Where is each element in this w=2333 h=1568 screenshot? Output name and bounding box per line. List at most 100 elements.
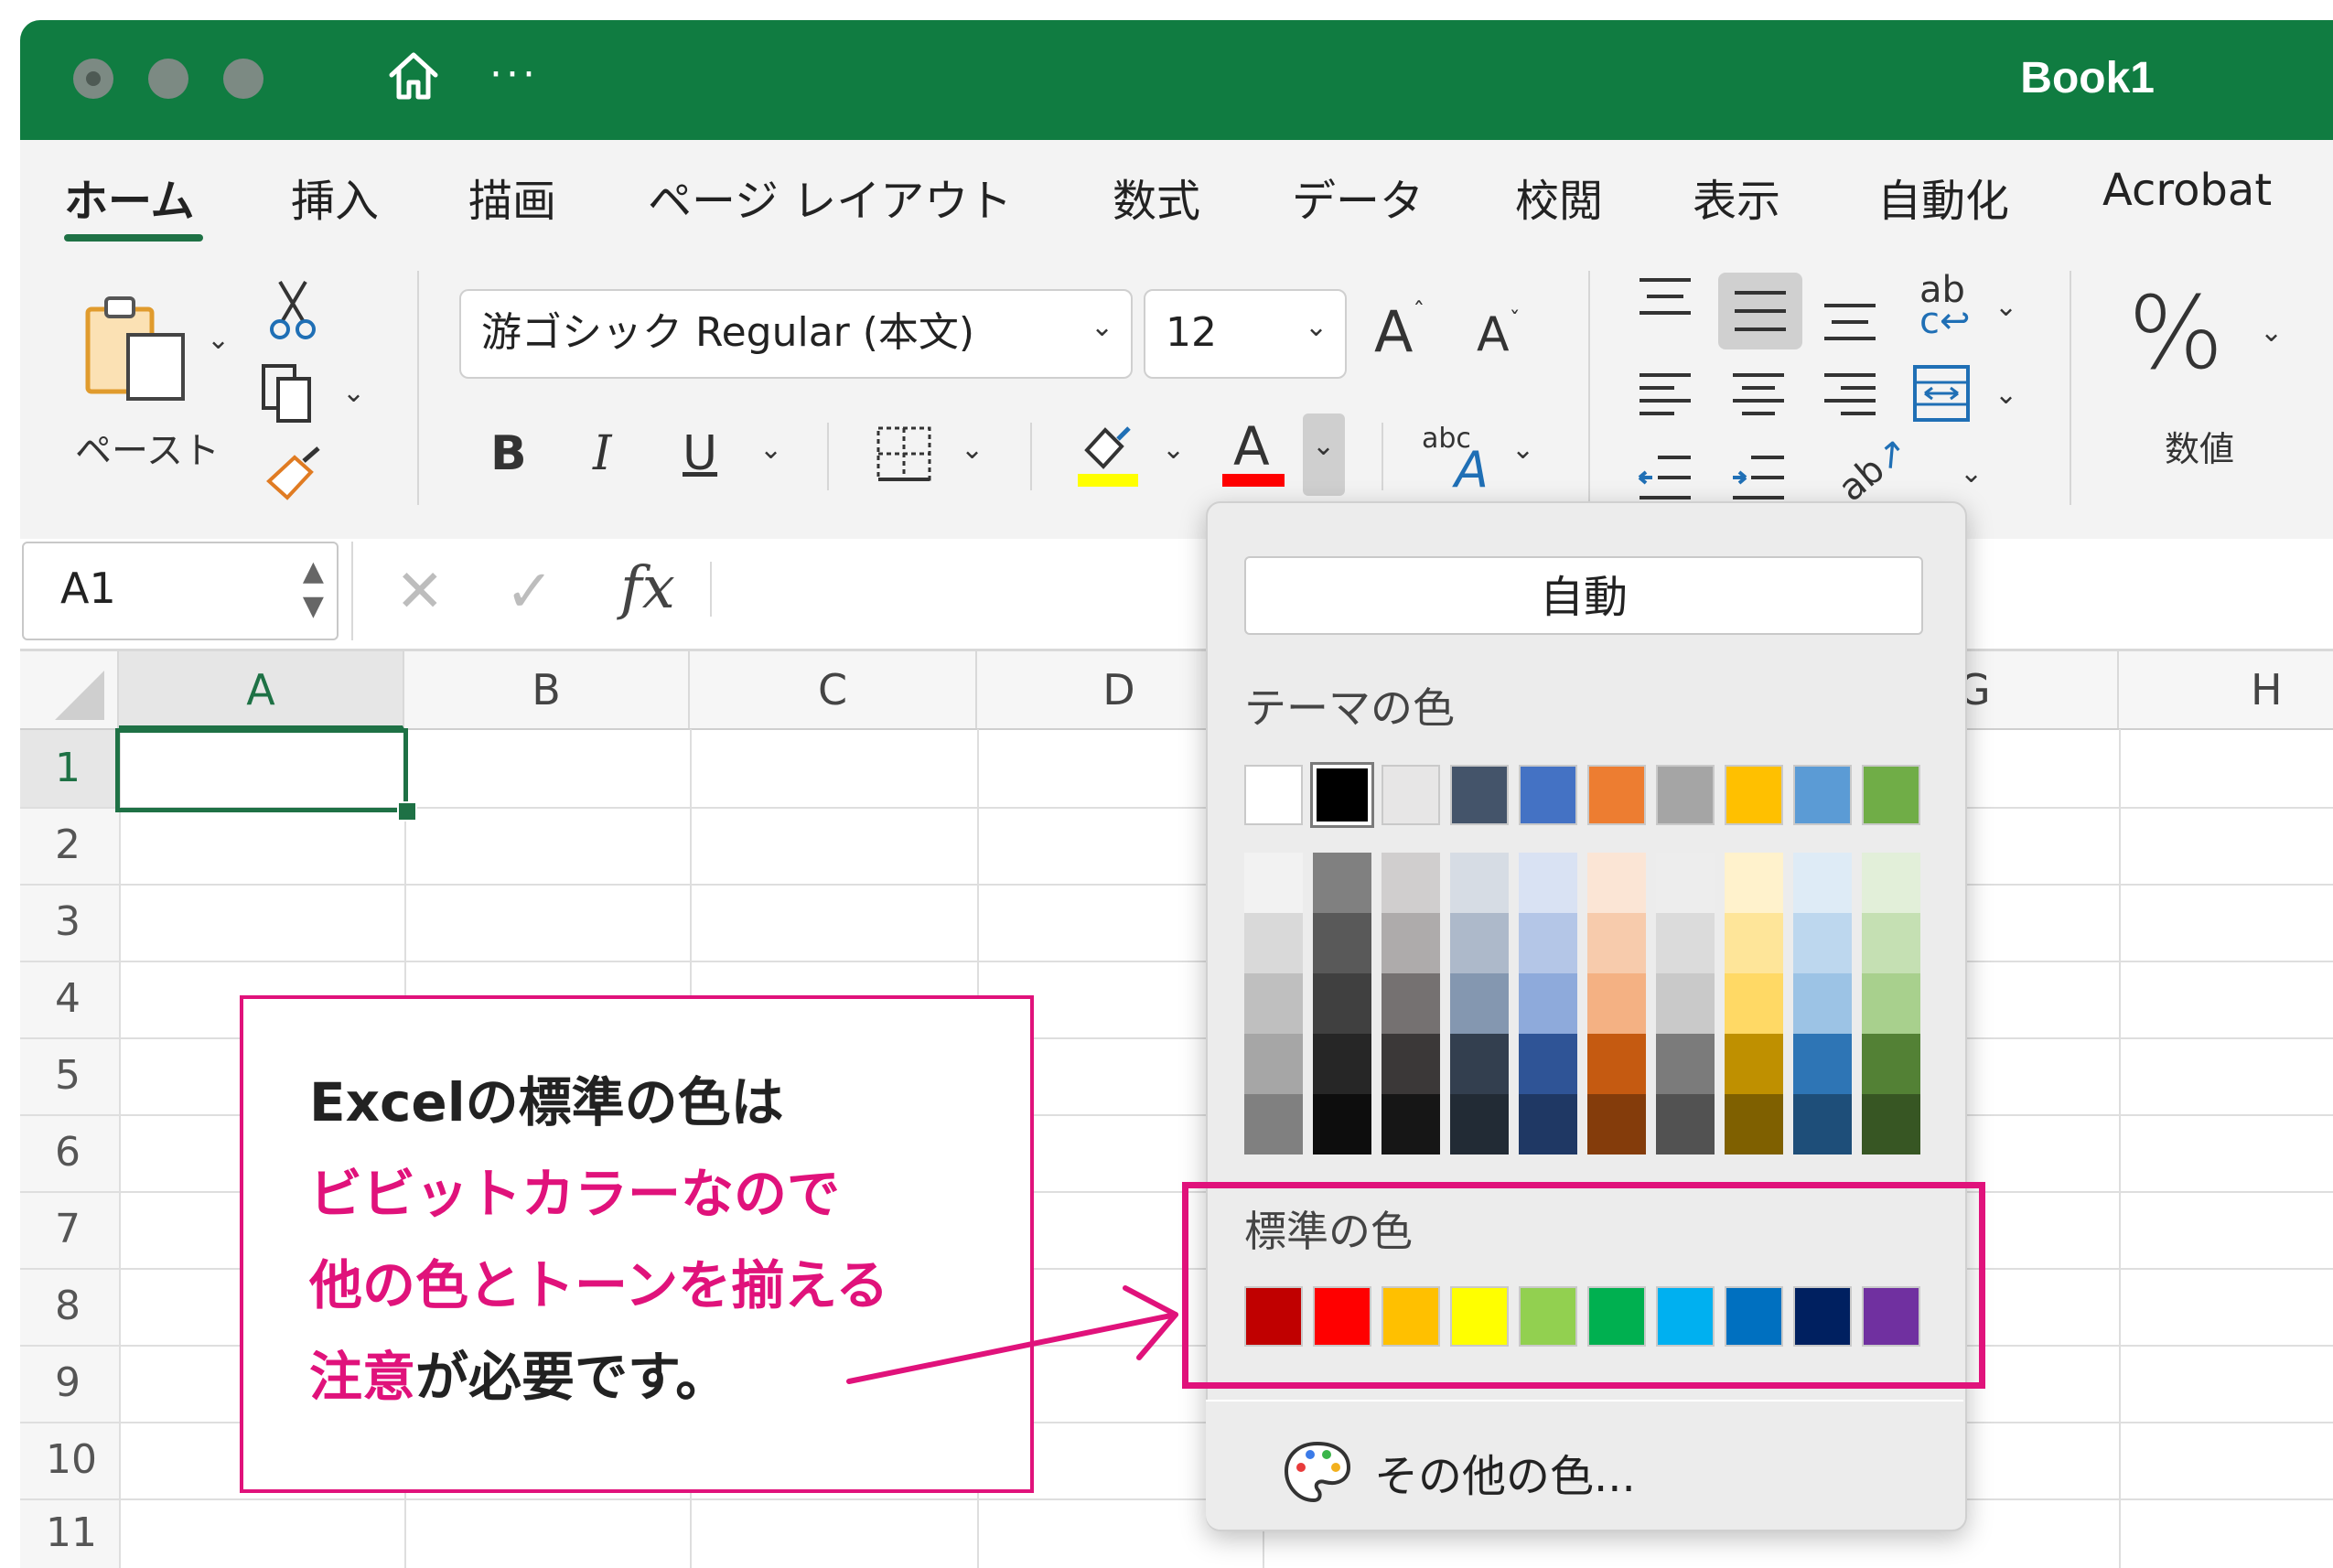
theme-shade-swatch[interactable] [1862,973,1920,1034]
theme-shade-swatch[interactable] [1244,913,1303,973]
wrap-text-icon[interactable]: ab c↩ [1919,272,1971,339]
align-bottom-icon[interactable] [1822,302,1877,342]
theme-shade-swatch[interactable] [1244,1034,1303,1094]
italic-button[interactable]: I [593,426,612,481]
tab-automate[interactable]: 自動化 [1877,165,2009,229]
align-middle-button[interactable] [1718,273,1802,349]
theme-shade-swatch[interactable] [1519,853,1577,913]
theme-shade-swatch[interactable] [1793,913,1852,973]
theme-shade-swatch[interactable] [1450,913,1509,973]
theme-shade-swatch[interactable] [1793,853,1852,913]
theme-shade-swatch[interactable] [1793,973,1852,1034]
font-color-dropdown-button[interactable]: ⌄ [1303,413,1345,496]
column-header-h[interactable]: H [2119,651,2333,729]
theme-shade-swatch[interactable] [1313,913,1371,973]
theme-shade-swatch[interactable] [1656,853,1715,913]
tab-draw[interactable]: 描画 [468,165,556,229]
theme-shade-swatch[interactable] [1244,853,1303,913]
theme-color-swatch[interactable] [1519,765,1577,825]
theme-shade-swatch[interactable] [1656,973,1715,1034]
name-box[interactable]: A1 ▲ ▼ [22,542,339,640]
theme-shade-swatch[interactable] [1382,853,1440,913]
theme-shade-swatch[interactable] [1244,973,1303,1034]
theme-shade-swatch[interactable] [1862,1034,1920,1094]
percent-style-icon[interactable]: % [2128,274,2224,392]
tab-review[interactable]: 校閲 [1515,165,1603,229]
theme-shade-swatch[interactable] [1313,1094,1371,1155]
theme-shade-swatch[interactable] [1519,1094,1577,1155]
theme-shade-swatch[interactable] [1587,973,1646,1034]
zoom-window-button[interactable] [223,59,263,99]
copy-chevron-icon[interactable]: ⌄ [342,377,365,409]
theme-shade-swatch[interactable] [1450,1094,1509,1155]
font-name-chevron-icon[interactable]: ⌄ [1091,311,1113,343]
more-icon[interactable]: ··· [489,55,539,95]
theme-shade-swatch[interactable] [1862,913,1920,973]
more-colors-button[interactable]: その他の色... [1206,1400,1963,1530]
theme-color-swatch[interactable] [1313,765,1371,825]
text-effects-icon[interactable]: A [1455,441,1489,499]
theme-shade-swatch[interactable] [1382,1034,1440,1094]
fill-handle[interactable] [397,801,417,822]
theme-shade-swatch[interactable] [1862,1094,1920,1155]
row-header-8[interactable]: 8 [20,1268,119,1345]
theme-shade-swatch[interactable] [1725,913,1783,973]
theme-shade-swatch[interactable] [1656,1094,1715,1155]
font-size-chevron-icon[interactable]: ⌄ [1305,311,1328,343]
underline-button[interactable]: U [683,426,717,481]
tab-home[interactable]: ホーム [64,165,195,229]
cut-icon[interactable] [267,278,318,340]
theme-shade-swatch[interactable] [1313,973,1371,1034]
align-top-icon[interactable] [1638,276,1693,317]
row-header-5[interactable]: 5 [20,1037,119,1114]
theme-shade-swatch[interactable] [1656,913,1715,973]
theme-color-swatch[interactable] [1244,765,1303,825]
increase-indent-icon[interactable] [1731,454,1786,501]
theme-shade-swatch[interactable] [1519,913,1577,973]
align-center-icon[interactable] [1731,371,1786,419]
format-painter-icon[interactable] [260,445,328,509]
row-header-6[interactable]: 6 [20,1114,119,1191]
minimize-window-button[interactable] [148,59,188,99]
paste-chevron-icon[interactable]: ⌄ [207,324,230,356]
theme-shade-swatch[interactable] [1450,853,1509,913]
theme-shade-swatch[interactable] [1382,1094,1440,1155]
row-header-1[interactable]: 1 [20,730,119,807]
align-right-icon[interactable] [1822,371,1877,419]
tab-formulas[interactable]: 数式 [1113,165,1200,229]
decrease-indent-icon[interactable] [1638,454,1693,501]
bold-button[interactable]: B [490,426,527,481]
orientation-chevron-icon[interactable]: ⌄ [1960,457,1983,489]
theme-shade-swatch[interactable] [1587,913,1646,973]
tab-acrobat[interactable]: Acrobat [2102,165,2272,216]
grow-font-button[interactable]: Aˆ [1374,298,1425,365]
theme-color-swatch[interactable] [1725,765,1783,825]
cancel-icon[interactable]: ✕ [395,558,445,626]
row-header-9[interactable]: 9 [20,1345,119,1422]
underline-chevron-icon[interactable]: ⌄ [759,434,782,466]
paste-icon[interactable] [81,285,199,404]
theme-shade-swatch[interactable] [1725,1034,1783,1094]
theme-color-swatch[interactable] [1587,765,1646,825]
copy-icon[interactable] [260,362,318,424]
theme-shade-swatch[interactable] [1725,1094,1783,1155]
theme-shade-swatch[interactable] [1793,1094,1852,1155]
theme-shade-swatch[interactable] [1519,1034,1577,1094]
tab-page-layout[interactable]: ページ レイアウト [648,165,1012,229]
theme-shade-swatch[interactable] [1313,1034,1371,1094]
row-header-10[interactable]: 10 [20,1422,119,1498]
number-chevron-icon[interactable]: ⌄ [2260,317,2283,349]
tab-insert[interactable]: 挿入 [291,165,379,229]
theme-color-swatch[interactable] [1382,765,1440,825]
theme-color-swatch[interactable] [1450,765,1509,825]
align-left-icon[interactable] [1638,371,1693,419]
name-box-stepper-icon[interactable]: ▲ ▼ [303,554,324,624]
theme-shade-swatch[interactable] [1313,853,1371,913]
row-header-2[interactable]: 2 [20,807,119,884]
text-effects-chevron-icon[interactable]: ⌄ [1511,434,1534,466]
theme-shade-swatch[interactable] [1587,1094,1646,1155]
tab-view[interactable]: 表示 [1693,165,1780,229]
theme-shade-swatch[interactable] [1587,1034,1646,1094]
theme-color-swatch[interactable] [1656,765,1715,825]
column-header-c[interactable]: C [690,651,977,729]
